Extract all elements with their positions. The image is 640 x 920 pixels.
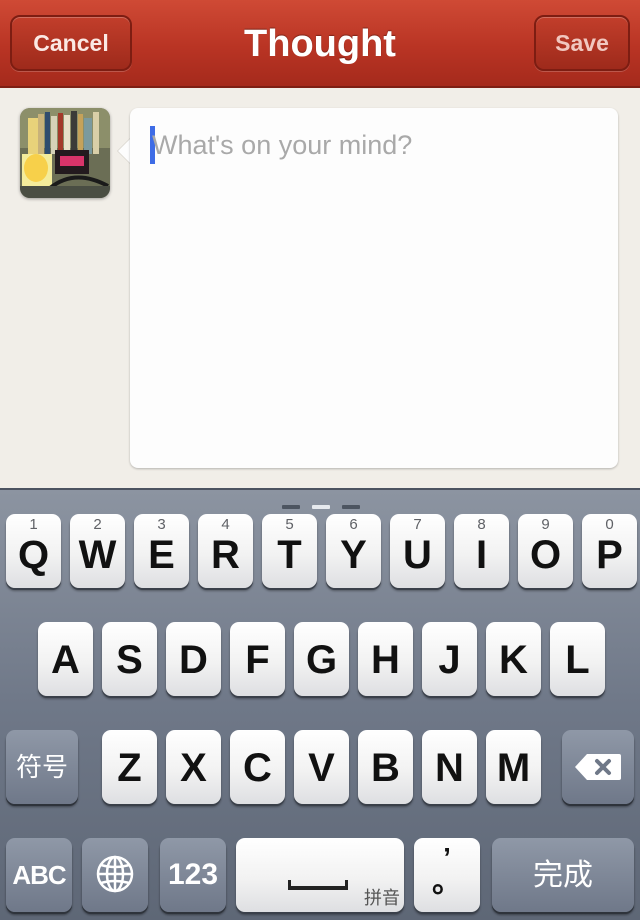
backspace-icon — [575, 754, 621, 780]
key-u[interactable]: 7U — [390, 514, 445, 588]
key-g[interactable]: G — [294, 622, 349, 696]
key-v[interactable]: V — [294, 730, 349, 804]
thought-text-field[interactable]: What's on your mind? — [130, 108, 618, 468]
key-l[interactable]: L — [550, 622, 605, 696]
key-letter: U — [403, 533, 432, 577]
key-letter: Q — [17, 533, 50, 577]
compose-area: What's on your mind? — [0, 88, 640, 488]
key-number-hint: 9 — [541, 516, 550, 533]
key-letter: T — [277, 533, 302, 577]
key-x[interactable]: X — [166, 730, 221, 804]
key-letter: W — [78, 533, 117, 577]
space-key[interactable]: 拼音 — [236, 838, 404, 912]
navigation-bar: Cancel Thought Save — [0, 0, 640, 88]
globe-key[interactable] — [82, 838, 148, 912]
avatar — [20, 108, 110, 198]
punct-period: 。 — [432, 866, 462, 899]
key-n[interactable]: N — [422, 730, 477, 804]
key-m[interactable]: M — [486, 730, 541, 804]
key-b[interactable]: B — [358, 730, 413, 804]
key-number-hint: 3 — [157, 516, 166, 533]
page-title: Thought — [244, 23, 396, 65]
key-e[interactable]: 3E — [134, 514, 189, 588]
keyboard: 1Q 2W 3E 4R 5T 6Y 7U 8I 9O 0P A S D F G … — [0, 488, 640, 920]
backspace-key[interactable] — [562, 730, 634, 804]
key-d[interactable]: D — [166, 622, 221, 696]
page-dot-active — [312, 505, 330, 509]
placeholder-text: What's on your mind? — [152, 130, 413, 160]
key-z[interactable]: Z — [102, 730, 157, 804]
key-c[interactable]: C — [230, 730, 285, 804]
key-letter: P — [596, 533, 623, 577]
key-h[interactable]: H — [358, 622, 413, 696]
key-t[interactable]: 5T — [262, 514, 317, 588]
key-i[interactable]: 8I — [454, 514, 509, 588]
key-y[interactable]: 6Y — [326, 514, 381, 588]
symbols-key[interactable]: 符号 — [6, 730, 78, 804]
cancel-button[interactable]: Cancel — [10, 15, 132, 71]
key-letter: Y — [340, 533, 367, 577]
globe-icon — [96, 855, 134, 893]
key-letter: O — [529, 533, 562, 577]
page-dot — [282, 505, 300, 509]
abc-key[interactable]: ABC — [6, 838, 72, 912]
key-w[interactable]: 2W — [70, 514, 125, 588]
pinyin-label: 拼音 — [364, 888, 400, 908]
numbers-key[interactable]: 123 — [160, 838, 226, 912]
key-number-hint: 1 — [29, 516, 38, 533]
key-letter: I — [475, 533, 488, 577]
space-icon — [288, 880, 348, 890]
page-dot — [342, 505, 360, 509]
done-key[interactable]: 完成 — [492, 838, 634, 912]
key-number-hint: 8 — [477, 516, 486, 533]
key-o[interactable]: 9O — [518, 514, 573, 588]
key-a[interactable]: A — [38, 622, 93, 696]
save-button[interactable]: Save — [534, 15, 630, 71]
key-number-hint: 7 — [413, 516, 422, 533]
key-letter: E — [148, 533, 175, 577]
key-q[interactable]: 1Q — [6, 514, 61, 588]
key-number-hint: 4 — [221, 516, 230, 533]
key-p[interactable]: 0P — [582, 514, 637, 588]
keyboard-page-indicator — [282, 496, 372, 514]
key-j[interactable]: J — [422, 622, 477, 696]
key-f[interactable]: F — [230, 622, 285, 696]
key-number-hint: 0 — [605, 516, 614, 533]
punctuation-key[interactable]: ’ 。 — [414, 838, 480, 912]
key-k[interactable]: K — [486, 622, 541, 696]
key-number-hint: 6 — [349, 516, 358, 533]
key-number-hint: 5 — [285, 516, 294, 533]
key-s[interactable]: S — [102, 622, 157, 696]
key-letter: R — [211, 533, 240, 577]
key-number-hint: 2 — [93, 516, 102, 533]
key-r[interactable]: 4R — [198, 514, 253, 588]
